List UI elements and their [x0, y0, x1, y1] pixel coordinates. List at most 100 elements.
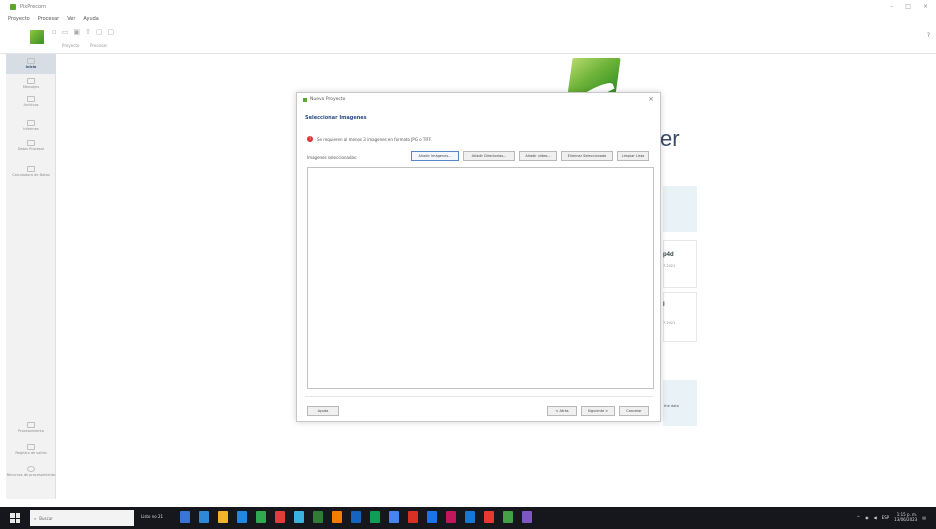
files-icon [27, 96, 35, 102]
taskbar-app-icon[interactable] [256, 511, 266, 523]
sidebar-item-inicio[interactable]: Inicio [6, 54, 56, 74]
remove-selected-button[interactable]: Eliminar Seleccionado [561, 151, 613, 161]
maximize-icon[interactable]: □ [905, 3, 911, 10]
sidebar-item-archivos[interactable]: Archivos [6, 96, 56, 107]
background-panel-top [663, 186, 697, 232]
new-project-dialog: Nuevo Proyecto × Seleccionar Imagenes ! … [296, 92, 661, 422]
search-placeholder: Buscar [39, 515, 53, 521]
save-icon[interactable]: ▣ [73, 28, 80, 36]
recent-project-date-2: 7.2021 [663, 321, 676, 325]
sidebar-item-procesamiento[interactable]: Procesamiento [6, 422, 56, 433]
toolbar: ▫ ▭ ▣ ⇧ ▢ ▢ Proyecto Procesar ? [0, 24, 936, 54]
clear-list-button[interactable]: Limpiar Lista [617, 151, 649, 161]
back-button[interactable]: < Atrás [547, 406, 577, 416]
menu-ver[interactable]: Ver [67, 16, 75, 22]
background-panel-text: the data [664, 404, 679, 408]
windows-start-icon[interactable] [10, 513, 20, 523]
search-icon: ⌕ [34, 515, 37, 521]
help-icon[interactable]: ? [927, 32, 930, 39]
taskbar-app-icon[interactable] [465, 511, 475, 523]
taskbar-app-label: Listo no 21 [141, 514, 164, 519]
sidebar-item-datos[interactable]: Datos Procesar [6, 140, 56, 151]
recent-project-card-2[interactable] [663, 292, 697, 342]
dialog-close-icon[interactable]: × [648, 95, 654, 103]
taskbar-app-icon[interactable] [389, 511, 399, 523]
taskbar-app-icon[interactable] [503, 511, 513, 523]
help-button[interactable]: Ayuda [307, 406, 339, 416]
notifications-icon[interactable]: ▤ [922, 515, 926, 520]
next-button[interactable]: Siguiente > [581, 406, 615, 416]
recent-project-title-1: p4d [663, 252, 674, 258]
recent-project-date-1: 7.2021 [663, 264, 676, 268]
system-tray: ^ ◉ ◀ ESP 1:15 p. m. 13/06/2023 ▤ [857, 512, 926, 522]
taskbar-app-icon[interactable] [351, 511, 361, 523]
menu-bar: Proyecto Procesar Ver Ayuda [8, 14, 99, 24]
sidebar-item-mensajes[interactable]: Mensajes [6, 78, 56, 89]
taskbar-app-icon[interactable] [294, 511, 304, 523]
taskbar-app-icon[interactable] [484, 511, 494, 523]
sidebar-item-recursos[interactable]: Recursos de procesamiento [6, 466, 56, 477]
taskbar-app-icon[interactable] [332, 511, 342, 523]
sidebar-item-label: Procesamiento [18, 429, 44, 433]
dialog-app-icon [303, 97, 307, 102]
export-icon[interactable]: ⇧ [85, 28, 91, 36]
toolbar-icons: ▫ ▭ ▣ ⇧ ▢ ▢ [52, 28, 114, 36]
calculator-icon [27, 166, 35, 172]
add-images-button[interactable]: Añadir Imágenes... [411, 151, 459, 161]
undo-icon[interactable]: ▢ [96, 28, 103, 36]
home-icon [27, 58, 35, 64]
open-icon[interactable]: ▭ [62, 28, 69, 36]
clock-date: 13/06/2023 [894, 517, 918, 522]
dialog-title: Nuevo Proyecto [310, 97, 346, 102]
taskbar-app-icon[interactable] [237, 511, 247, 523]
resources-icon [27, 466, 35, 472]
sidebar-item-label: Calculadora de Datos [12, 173, 50, 177]
taskbar-app-icon[interactable] [446, 511, 456, 523]
reports-icon [27, 120, 35, 126]
sidebar-item-label: Recursos de procesamiento [6, 473, 56, 477]
network-icon[interactable]: ◉ [865, 515, 869, 520]
add-video-button[interactable]: Añadir vídeo... [519, 151, 557, 161]
window-titlebar: PixPrecorn – □ × [0, 0, 936, 14]
cancel-button[interactable]: Cancelar [619, 406, 649, 416]
close-window-icon[interactable]: × [923, 3, 928, 10]
menu-ayuda[interactable]: Ayuda [83, 16, 98, 22]
minimize-icon[interactable]: – [890, 3, 893, 10]
sidebar-item-label: Inicio [25, 65, 37, 69]
sidebar-item-label: Mensajes [22, 85, 40, 89]
taskbar-app-icon[interactable] [275, 511, 285, 523]
menu-proyecto[interactable]: Proyecto [8, 16, 30, 22]
messages-icon [27, 78, 35, 84]
selected-images-label: Imagenes seleccionadas: [307, 155, 358, 160]
sidebar-item-label: Registro de salida [15, 451, 47, 455]
taskbar-search[interactable]: ⌕ Buscar [30, 510, 134, 526]
output-log-icon [27, 444, 35, 450]
sidebar-item-calculadora[interactable]: Calculadora de Datos [6, 166, 56, 177]
sidebar-item-registro[interactable]: Registro de salida [6, 444, 56, 455]
new-icon[interactable]: ▫ [52, 28, 57, 36]
image-list[interactable] [307, 167, 654, 389]
brand-logo-icon [567, 58, 621, 96]
taskbar-app-icon[interactable] [218, 511, 228, 523]
sidebar-item-label: Informes [23, 127, 39, 131]
taskbar-app-icon[interactable] [313, 511, 323, 523]
sidebar-item-label: Datos Procesar [17, 147, 45, 151]
taskbar-app-icon[interactable] [199, 511, 209, 523]
taskbar-app-icon[interactable] [522, 511, 532, 523]
taskbar-app-icon[interactable] [408, 511, 418, 523]
taskbar-app-icon[interactable] [180, 511, 190, 523]
taskbar-app-icon[interactable] [427, 511, 437, 523]
redo-icon[interactable]: ▢ [108, 28, 115, 36]
volume-icon[interactable]: ◀ [874, 515, 877, 520]
taskbar-app-icon[interactable] [370, 511, 380, 523]
sidebar-item-informes[interactable]: Informes [6, 120, 56, 131]
error-icon: ! [307, 136, 313, 142]
taskbar-clock[interactable]: 1:15 p. m. 13/06/2023 [894, 512, 917, 522]
error-message: ! Se requieren al menos 3 imagenes en fo… [307, 136, 432, 142]
tray-arrow-icon[interactable]: ^ [857, 515, 860, 520]
language-indicator[interactable]: ESP [882, 515, 889, 520]
add-directories-button[interactable]: Añadir Directorios... [463, 151, 515, 161]
app-logo-icon [10, 4, 16, 10]
left-sidebar: Inicio Mensajes Archivos Informes Datos … [6, 54, 56, 499]
menu-procesar[interactable]: Procesar [38, 16, 59, 22]
